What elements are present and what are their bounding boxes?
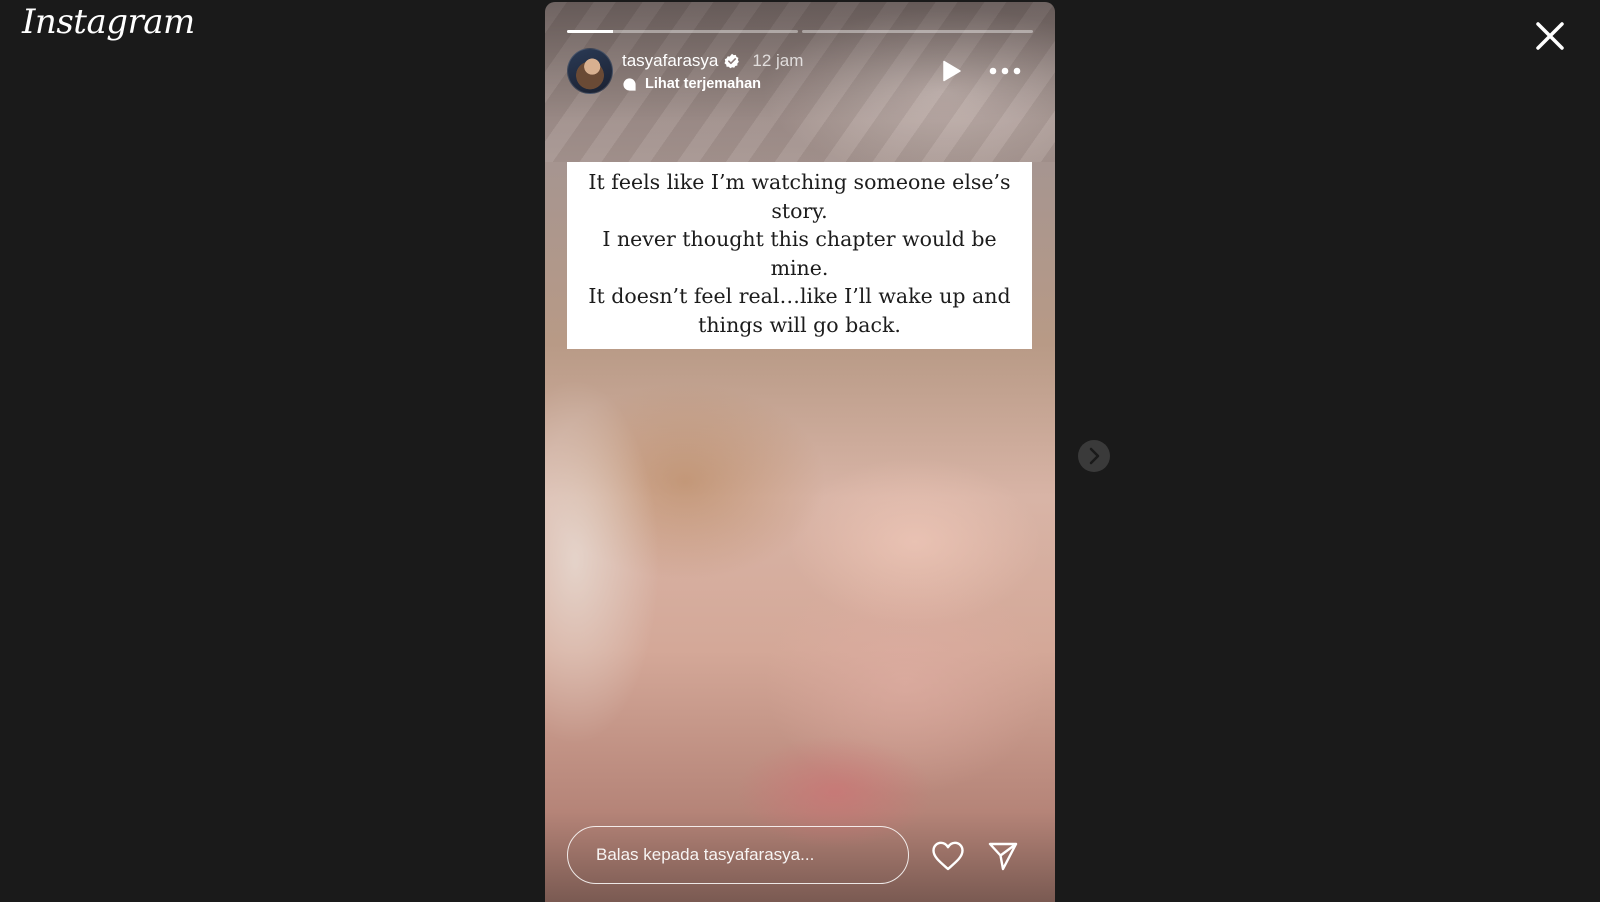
play-icon xyxy=(943,60,961,82)
reply-input[interactable] xyxy=(567,826,909,884)
caption-line: story. xyxy=(771,198,828,223)
translate-label: Lihat terjemahan xyxy=(645,76,762,92)
progress-segment xyxy=(567,30,798,33)
play-button[interactable] xyxy=(938,58,964,84)
translate-icon xyxy=(623,77,636,91)
caption-line: It doesn’t feel real…like I’ll wake up a… xyxy=(588,284,1011,308)
story-time: 12 jam xyxy=(752,51,804,70)
caption-line: It feels like I’m watching someone else’… xyxy=(588,170,1011,194)
avatar[interactable] xyxy=(567,48,613,94)
send-icon xyxy=(988,842,1018,871)
verified-badge-icon xyxy=(724,53,740,69)
heart-icon xyxy=(932,841,964,871)
close-button[interactable] xyxy=(1528,14,1572,58)
close-icon xyxy=(1536,22,1564,50)
story-progress xyxy=(567,30,1033,33)
more-options-button[interactable] xyxy=(988,62,1022,80)
share-button[interactable] xyxy=(987,840,1019,872)
progress-segment xyxy=(802,30,1033,33)
reply-bar xyxy=(567,826,1033,888)
more-horizontal-icon xyxy=(989,67,1021,75)
like-button[interactable] xyxy=(931,840,965,872)
story-viewer[interactable]: tasyafarasya 12 jam Lihat terjemahan It … xyxy=(545,2,1055,902)
caption-line: I never thought this chapter would be xyxy=(602,227,997,251)
caption-line: things will go back. xyxy=(698,312,901,337)
translate-link[interactable]: Lihat terjemahan xyxy=(622,76,761,92)
username-row: tasyafarasya 12 jam xyxy=(622,50,803,72)
username[interactable]: tasyafarasya xyxy=(622,51,718,71)
story-header: tasyafarasya 12 jam Lihat terjemahan xyxy=(567,48,1033,96)
next-story-button[interactable] xyxy=(1078,440,1110,472)
story-image xyxy=(545,2,1055,902)
story-caption: It feels like I’m watching someone else’… xyxy=(567,162,1032,349)
chevron-right-icon xyxy=(1089,447,1100,465)
caption-line: mine. xyxy=(770,255,829,280)
instagram-logo[interactable]: Instagram xyxy=(22,2,195,42)
